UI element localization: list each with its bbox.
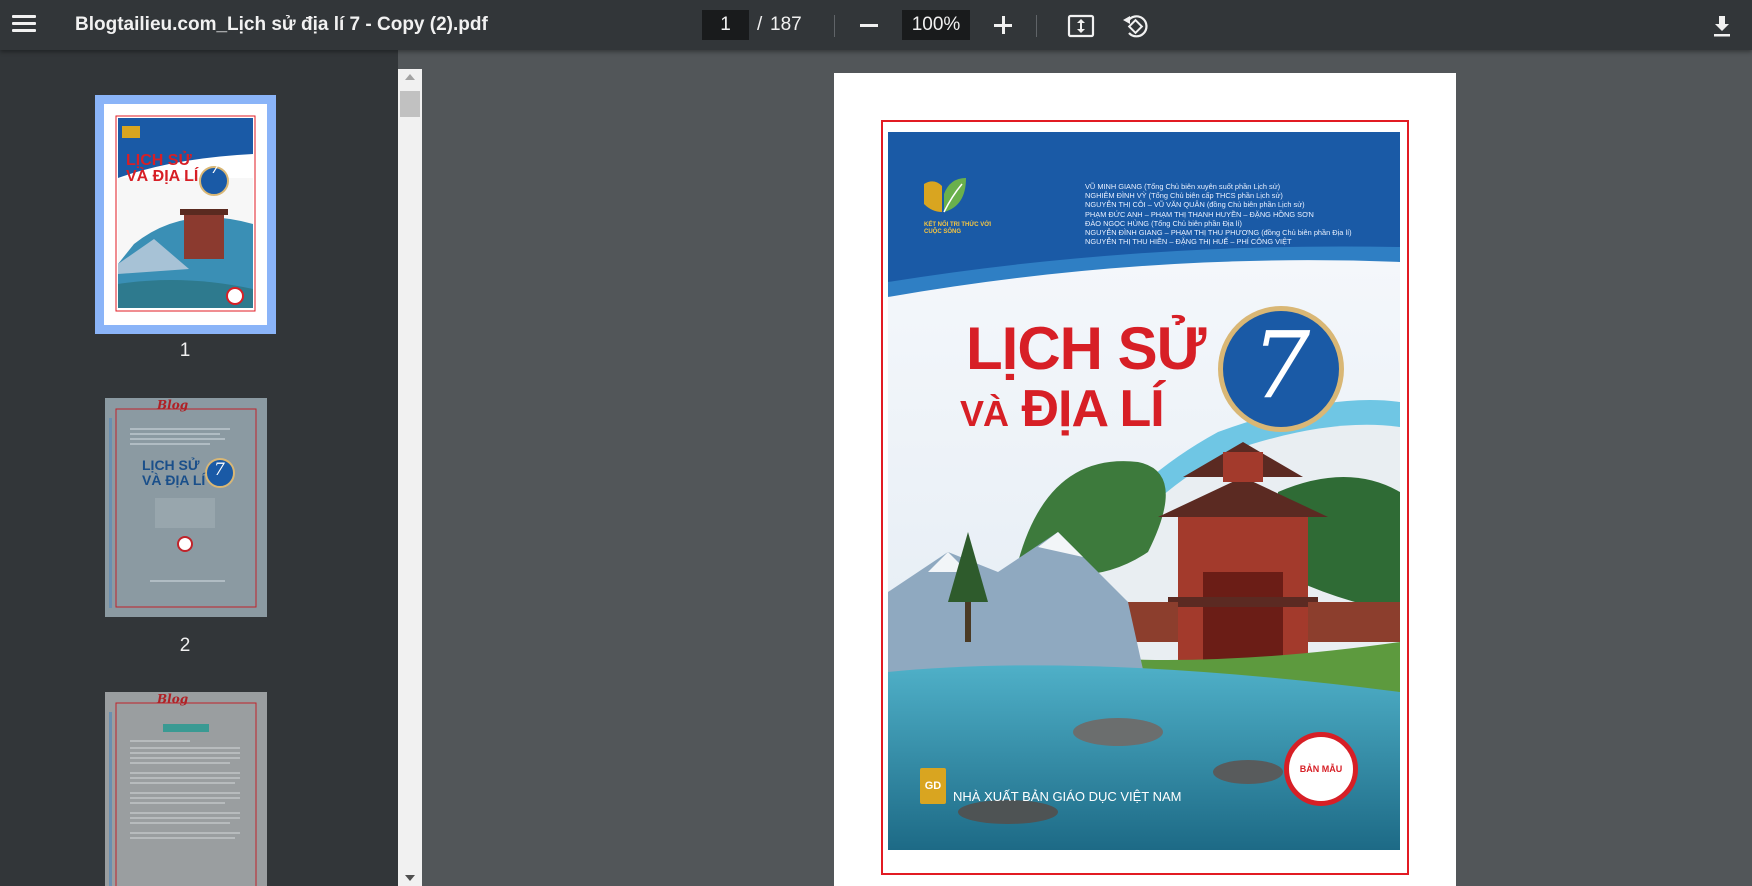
page-separator: / xyxy=(757,14,763,35)
thumbnail-grade: 7 xyxy=(210,157,222,178)
thumbnail-blog-header: Blog xyxy=(157,692,189,706)
sidebar-scrollbar[interactable] xyxy=(398,69,422,886)
series-caption: KẾT NỐI TRI THỨC VỚI CUỘC SỐNG xyxy=(924,222,992,235)
thumbnail-title: LỊCH SỬ VÀ ĐỊA LÍ xyxy=(126,152,199,185)
grade-badge: 7 xyxy=(1218,306,1344,432)
fit-to-page-button[interactable] xyxy=(1066,11,1096,41)
scroll-up-arrow[interactable] xyxy=(398,69,422,85)
zoom-out-button[interactable] xyxy=(856,12,882,38)
sample-edition-seal: BẢN MẪU xyxy=(1284,732,1358,806)
thumbnail-page-1[interactable] xyxy=(95,95,276,334)
thumbnail-sidebar: 1 LỊCH SỬ VÀ ĐỊA LÍ 7 Blog LỊCH SỬ VÀ ĐỊ… xyxy=(0,50,398,886)
rotate-icon xyxy=(1123,15,1148,38)
menu-icon[interactable] xyxy=(10,10,38,38)
book-title-line-2: VÀ ĐỊA LÍ xyxy=(960,380,1165,438)
series-logo xyxy=(920,172,968,225)
zoom-in-button[interactable] xyxy=(990,12,1016,38)
publisher-logo: GD xyxy=(920,768,946,804)
thumbnail-label: 2 xyxy=(179,635,191,656)
total-pages: 187 xyxy=(770,14,802,35)
rotate-button[interactable] xyxy=(1120,11,1150,41)
thumbnail-page-2[interactable] xyxy=(105,398,267,617)
thumbnail-grade: 7 xyxy=(214,460,225,480)
toolbar-divider xyxy=(1036,15,1037,37)
grade-number: 7 xyxy=(1251,311,1311,419)
thumbnail-label: 1 xyxy=(179,340,191,361)
scroll-thumb[interactable] xyxy=(400,91,420,117)
download-button[interactable] xyxy=(1707,11,1737,41)
document-title: Blogtailieu.com_Lịch sử địa lí 7 - Copy … xyxy=(75,14,488,35)
leaf-logo-icon xyxy=(924,178,966,213)
page-number-input[interactable] xyxy=(702,10,749,40)
publisher-name: NHÀ XUẤT BẢN GIÁO DỤC VIỆT NAM xyxy=(953,789,1182,804)
scroll-down-arrow[interactable] xyxy=(398,870,422,886)
fit-to-page-icon xyxy=(1067,14,1095,38)
pdf-page-1: KẾT NỐI TRI THỨC VỚI CUỘC SỐNG VŨ MINH G… xyxy=(834,73,1456,886)
thumbnail-page-image xyxy=(105,692,267,886)
pdf-toolbar: Blogtailieu.com_Lịch sử địa lí 7 - Copy … xyxy=(0,0,1752,50)
thumbnail-title: LỊCH SỬ VÀ ĐỊA LÍ xyxy=(142,457,206,488)
thumbnail-page-image xyxy=(105,398,267,617)
book-cover: KẾT NỐI TRI THỨC VỚI CUỘC SỐNG VŨ MINH G… xyxy=(888,132,1400,850)
thumbnail-page-3[interactable] xyxy=(105,692,267,886)
download-icon xyxy=(1714,16,1730,37)
author-list: VŨ MINH GIANG (Tổng Chủ biên xuyên suốt … xyxy=(1085,182,1352,247)
toolbar-divider xyxy=(834,15,835,37)
thumbnail-blog-header: Blog xyxy=(157,398,189,412)
thumbnail-cover-image xyxy=(114,114,257,313)
book-title-line-1: LỊCH SỬ xyxy=(966,315,1206,382)
zoom-level-input[interactable] xyxy=(902,10,970,40)
